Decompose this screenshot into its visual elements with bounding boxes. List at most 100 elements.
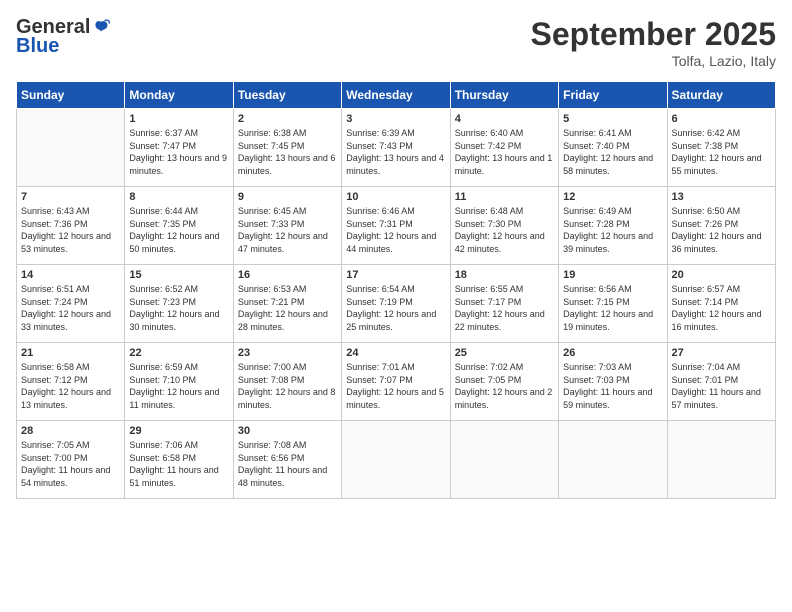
day-number: 19 [563, 269, 662, 281]
day-number: 23 [238, 347, 337, 359]
day-number: 20 [672, 269, 771, 281]
day-number: 29 [129, 425, 228, 437]
calendar-day-cell: 5Sunrise: 6:41 AMSunset: 7:40 PMDaylight… [559, 109, 667, 187]
day-info: Sunrise: 6:52 AMSunset: 7:23 PMDaylight:… [129, 283, 228, 333]
day-number: 18 [455, 269, 554, 281]
day-info: Sunrise: 7:03 AMSunset: 7:03 PMDaylight:… [563, 361, 662, 411]
day-info: Sunrise: 7:01 AMSunset: 7:07 PMDaylight:… [346, 361, 445, 411]
title-section: September 2025 Tolfa, Lazio, Italy [531, 16, 776, 69]
location: Tolfa, Lazio, Italy [531, 53, 776, 69]
day-info: Sunrise: 6:49 AMSunset: 7:28 PMDaylight:… [563, 205, 662, 255]
day-info: Sunrise: 6:57 AMSunset: 7:14 PMDaylight:… [672, 283, 771, 333]
calendar-day-cell: 30 Sunrise: 7:08 AMSunset: 6:56 PMDayligh… [233, 421, 341, 499]
day-info: Sunrise: 7:00 AMSunset: 7:08 PMDaylight:… [238, 361, 337, 411]
day-number: 4 [455, 113, 554, 125]
calendar-day-cell: 22 Sunrise: 6:59 AMSunset: 7:10 PMDayligh… [125, 343, 233, 421]
calendar-day-cell: 27Sunrise: 7:04 AMSunset: 7:01 PMDayligh… [667, 343, 775, 421]
day-info: Sunrise: 6:50 AMSunset: 7:26 PMDaylight:… [672, 205, 771, 255]
calendar-week-row: 14 Sunrise: 6:51 AMSunset: 7:24 PMDayligh… [17, 265, 776, 343]
calendar-day-cell: 10 Sunrise: 6:46 AMSunset: 7:31 PMDayligh… [342, 187, 450, 265]
calendar-day-cell: 16 Sunrise: 6:53 AMSunset: 7:21 PMDayligh… [233, 265, 341, 343]
calendar-day-cell: 24 Sunrise: 7:01 AMSunset: 7:07 PMDayligh… [342, 343, 450, 421]
day-number: 5 [563, 113, 662, 125]
calendar-day-cell: 11 Sunrise: 6:48 AMSunset: 7:30 PMDayligh… [450, 187, 558, 265]
calendar-day-cell: 2 Sunrise: 6:38 AMSunset: 7:45 PMDaylight… [233, 109, 341, 187]
calendar-week-row: 28Sunrise: 7:05 AMSunset: 7:00 PMDayligh… [17, 421, 776, 499]
day-number: 3 [346, 113, 445, 125]
day-info: Sunrise: 6:54 AMSunset: 7:19 PMDaylight:… [346, 283, 445, 333]
day-number: 16 [238, 269, 337, 281]
day-number: 2 [238, 113, 337, 125]
day-number: 24 [346, 347, 445, 359]
day-number: 12 [563, 191, 662, 203]
calendar-week-row: 1 Sunrise: 6:37 AMSunset: 7:47 PMDaylight… [17, 109, 776, 187]
calendar-day-cell: 25 Sunrise: 7:02 AMSunset: 7:05 PMDayligh… [450, 343, 558, 421]
day-info: Sunrise: 7:08 AMSunset: 6:56 PMDaylight:… [238, 439, 337, 489]
day-info: Sunrise: 6:46 AMSunset: 7:31 PMDaylight:… [346, 205, 445, 255]
day-info: Sunrise: 7:06 AMSunset: 6:58 PMDaylight:… [129, 439, 228, 489]
day-info: Sunrise: 6:44 AMSunset: 7:35 PMDaylight:… [129, 205, 228, 255]
weekday-header: Saturday [667, 82, 775, 109]
day-info: Sunrise: 6:59 AMSunset: 7:10 PMDaylight:… [129, 361, 228, 411]
day-info: Sunrise: 6:39 AMSunset: 7:43 PMDaylight:… [346, 127, 445, 177]
calendar-week-row: 7 Sunrise: 6:43 AMSunset: 7:36 PMDaylight… [17, 187, 776, 265]
logo-blue: Blue [16, 35, 59, 58]
day-info: Sunrise: 6:58 AMSunset: 7:12 PMDaylight:… [21, 361, 120, 411]
calendar-table: SundayMondayTuesdayWednesdayThursdayFrid… [16, 81, 776, 499]
day-info: Sunrise: 6:40 AMSunset: 7:42 PMDaylight:… [455, 127, 554, 177]
calendar-day-cell: 3 Sunrise: 6:39 AMSunset: 7:43 PMDaylight… [342, 109, 450, 187]
day-number: 22 [129, 347, 228, 359]
calendar-week-row: 21 Sunrise: 6:58 AMSunset: 7:12 PMDayligh… [17, 343, 776, 421]
day-info: Sunrise: 6:43 AMSunset: 7:36 PMDaylight:… [21, 205, 120, 255]
day-info: Sunrise: 6:38 AMSunset: 7:45 PMDaylight:… [238, 127, 337, 177]
calendar-day-cell: 15 Sunrise: 6:52 AMSunset: 7:23 PMDayligh… [125, 265, 233, 343]
day-number: 7 [21, 191, 120, 203]
day-number: 1 [129, 113, 228, 125]
weekday-header: Thursday [450, 82, 558, 109]
weekday-header: Monday [125, 82, 233, 109]
day-info: Sunrise: 6:53 AMSunset: 7:21 PMDaylight:… [238, 283, 337, 333]
day-info: Sunrise: 6:56 AMSunset: 7:15 PMDaylight:… [563, 283, 662, 333]
day-number: 8 [129, 191, 228, 203]
day-number: 14 [21, 269, 120, 281]
day-info: Sunrise: 7:02 AMSunset: 7:05 PMDaylight:… [455, 361, 554, 411]
day-number: 30 [238, 425, 337, 437]
day-number: 9 [238, 191, 337, 203]
day-number: 25 [455, 347, 554, 359]
calendar-day-cell: 21 Sunrise: 6:58 AMSunset: 7:12 PMDayligh… [17, 343, 125, 421]
calendar-day-cell: 7 Sunrise: 6:43 AMSunset: 7:36 PMDaylight… [17, 187, 125, 265]
calendar-day-cell: 19 Sunrise: 6:56 AMSunset: 7:15 PMDayligh… [559, 265, 667, 343]
day-number: 27 [672, 347, 771, 359]
calendar-day-cell: 14 Sunrise: 6:51 AMSunset: 7:24 PMDayligh… [17, 265, 125, 343]
calendar-day-cell: 29 Sunrise: 7:06 AMSunset: 6:58 PMDayligh… [125, 421, 233, 499]
day-number: 10 [346, 191, 445, 203]
weekday-header: Friday [559, 82, 667, 109]
day-number: 21 [21, 347, 120, 359]
calendar-day-cell [559, 421, 667, 499]
day-info: Sunrise: 6:37 AMSunset: 7:47 PMDaylight:… [129, 127, 228, 177]
day-number: 26 [563, 347, 662, 359]
month-title: September 2025 [531, 16, 776, 53]
day-info: Sunrise: 6:55 AMSunset: 7:17 PMDaylight:… [455, 283, 554, 333]
calendar-day-cell: 28Sunrise: 7:05 AMSunset: 7:00 PMDayligh… [17, 421, 125, 499]
day-number: 6 [672, 113, 771, 125]
calendar-day-cell: 18 Sunrise: 6:55 AMSunset: 7:17 PMDayligh… [450, 265, 558, 343]
calendar-day-cell: 8 Sunrise: 6:44 AMSunset: 7:35 PMDaylight… [125, 187, 233, 265]
day-info: Sunrise: 6:45 AMSunset: 7:33 PMDaylight:… [238, 205, 337, 255]
calendar-day-cell: 26 Sunrise: 7:03 AMSunset: 7:03 PMDayligh… [559, 343, 667, 421]
calendar-day-cell [342, 421, 450, 499]
calendar-container: General Blue September 2025 Tolfa, Lazio… [0, 0, 792, 507]
day-number: 28 [21, 425, 120, 437]
day-info: Sunrise: 6:51 AMSunset: 7:24 PMDaylight:… [21, 283, 120, 333]
day-info: Sunrise: 6:48 AMSunset: 7:30 PMDaylight:… [455, 205, 554, 255]
day-number: 15 [129, 269, 228, 281]
weekday-header: Sunday [17, 82, 125, 109]
calendar-day-cell: 13 Sunrise: 6:50 AMSunset: 7:26 PMDayligh… [667, 187, 775, 265]
logo-bird-icon [92, 19, 110, 37]
calendar-day-cell [667, 421, 775, 499]
day-number: 13 [672, 191, 771, 203]
day-number: 11 [455, 191, 554, 203]
calendar-day-cell: 12 Sunrise: 6:49 AMSunset: 7:28 PMDayligh… [559, 187, 667, 265]
logo: General Blue [16, 16, 110, 58]
calendar-day-cell: 4 Sunrise: 6:40 AMSunset: 7:42 PMDaylight… [450, 109, 558, 187]
